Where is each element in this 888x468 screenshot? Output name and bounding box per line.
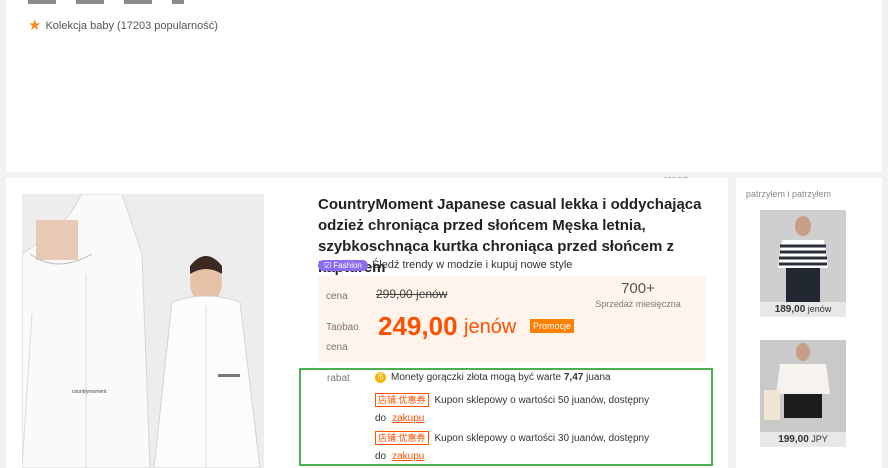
thumbnail[interactable] bbox=[28, 0, 56, 4]
coin-icon: 币 bbox=[375, 372, 386, 383]
price-unit: JPY bbox=[811, 434, 828, 444]
collection-link[interactable]: ★ Kolekcja baby (17203 popularność) bbox=[28, 17, 218, 34]
recommended-item-image[interactable] bbox=[760, 340, 846, 432]
discount-box: rabat 币 Monety gorączki złota mogą być w… bbox=[299, 368, 713, 466]
coupon-row: 店铺:优惠券 Kupon sklepowy o wartości 50 juanó… bbox=[375, 392, 697, 428]
gold-coin-row: 币 Monety gorączki złota mogą być warte 7… bbox=[375, 372, 611, 383]
top-panel: ★ Kolekcja baby (17203 popularność) bbox=[6, 0, 882, 172]
old-price: 299,00 jenów bbox=[376, 287, 448, 301]
coupon-tag: 店铺:优惠券 bbox=[375, 431, 429, 445]
price-unit: jenów bbox=[807, 304, 832, 314]
price-box: cena 299,00 jenów 700+ Sprzedaż miesięcz… bbox=[318, 276, 706, 362]
coupon-claim-link[interactable]: zakupu bbox=[392, 451, 424, 462]
fashion-text: Śledź trendy w modzie i kupuj nowe style bbox=[371, 259, 573, 271]
taobao-price-label: Taobao cena bbox=[326, 322, 359, 353]
star-icon: ★ bbox=[28, 17, 42, 34]
coin-text: Monety gorączki złota mogą być warte 7,4… bbox=[391, 372, 611, 383]
price-currency: jenów bbox=[464, 316, 517, 338]
price-value: 189,00 bbox=[774, 304, 806, 315]
coin-text-prefix: Monety gorączki złota mogą być warte bbox=[391, 372, 562, 383]
product-image[interactable]: countrymoment bbox=[22, 194, 264, 468]
thumbnail[interactable] bbox=[124, 0, 152, 4]
discount-label: rabat bbox=[327, 373, 350, 384]
monthly-sales: 700+ Sprzedaż miesięczna bbox=[578, 280, 698, 309]
sales-label: Sprzedaż miesięczna bbox=[595, 299, 681, 309]
thumbnail[interactable] bbox=[172, 0, 184, 4]
sidebar-title: patrzyłem i patrzyłem bbox=[746, 189, 832, 199]
fashion-row[interactable]: ☑ Fashion Śledź trendy w modzie i kupuj … bbox=[318, 259, 572, 271]
promotion-badge[interactable]: Promocje bbox=[530, 319, 575, 333]
recommended-item[interactable]: 189,00 jenów bbox=[760, 210, 846, 317]
coin-value: 7,47 bbox=[563, 372, 584, 383]
collection-text: Kolekcja baby (17203 popularność) bbox=[45, 20, 218, 32]
coupon-row: 店铺:优惠券 Kupon sklepowy o wartości 30 juanó… bbox=[375, 430, 697, 466]
price-label: cena bbox=[326, 291, 348, 302]
brand-print: countrymoment bbox=[72, 389, 107, 395]
coin-unit: juana bbox=[586, 372, 611, 383]
coupon-tag: 店铺:优惠券 bbox=[375, 393, 429, 407]
recommended-item-price: 199,00 JPY bbox=[760, 432, 846, 447]
thumbnail[interactable] bbox=[76, 0, 104, 4]
coupon-claim-link[interactable]: zakupu bbox=[392, 413, 424, 424]
recommendation-sidebar: patrzyłem i patrzyłem 189,00 jenów 199,0… bbox=[736, 178, 882, 468]
sales-count: 700+ bbox=[621, 280, 655, 297]
new-price: 249,00 bbox=[378, 311, 458, 341]
fashion-badge: ☑ Fashion bbox=[318, 259, 368, 271]
fashion-badge-text: Fashion bbox=[333, 260, 362, 270]
recommended-item[interactable]: 199,00 JPY bbox=[760, 340, 846, 447]
recommended-item-image[interactable] bbox=[760, 210, 846, 302]
recommended-item-price: 189,00 jenów bbox=[760, 302, 846, 317]
price-value: 199,00 bbox=[778, 434, 809, 445]
